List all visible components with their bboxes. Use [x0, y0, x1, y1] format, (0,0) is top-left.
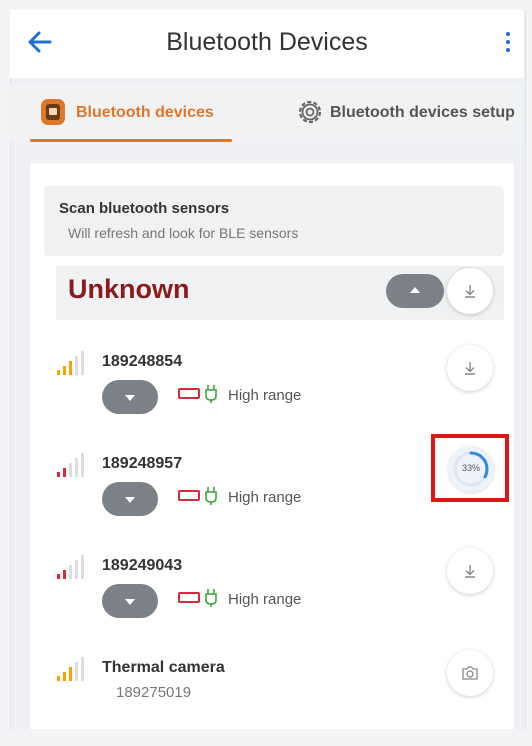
battery-icon	[178, 388, 200, 399]
device-serial: 189275019	[116, 684, 192, 701]
collapse-toggle[interactable]	[386, 274, 444, 308]
tab-bar: Bluetooth devices Bluetooth devices setu…	[10, 84, 524, 142]
battery-icon	[178, 592, 200, 603]
camera-button[interactable]	[447, 650, 493, 696]
device-row[interactable]: 189248854 High range	[44, 350, 514, 440]
signal-strength-icon	[57, 555, 84, 579]
plug-icon	[205, 589, 217, 607]
highlight-box	[431, 434, 509, 502]
tab-label: Bluetooth devices setup	[330, 104, 515, 121]
device-name: 189249043	[102, 557, 183, 574]
app-bar: Bluetooth Devices	[10, 10, 524, 78]
chevron-down-icon	[125, 599, 135, 605]
chevron-down-icon	[125, 497, 135, 503]
range-label: High range	[228, 591, 302, 608]
expand-toggle[interactable]	[102, 482, 158, 516]
signal-strength-icon	[57, 351, 84, 375]
plug-icon	[205, 487, 217, 505]
signal-strength-icon	[57, 657, 84, 681]
download-icon	[465, 362, 475, 375]
gear-icon	[298, 100, 322, 124]
more-vert-icon[interactable]	[504, 32, 512, 56]
tab-active-indicator	[30, 139, 232, 142]
group-label: Unknown	[68, 274, 190, 304]
expand-toggle[interactable]	[102, 584, 158, 618]
camera-icon	[462, 666, 478, 680]
device-name: 189248957	[102, 455, 183, 472]
scan-subtitle: Will refresh and look for BLE sensors	[68, 225, 299, 241]
group-header: Unknown	[56, 266, 504, 320]
download-button[interactable]	[447, 548, 493, 594]
scan-sensors-button[interactable]: Scan bluetooth sensors Will refresh and …	[44, 186, 504, 256]
device-row[interactable]: 189249043 High range	[44, 554, 514, 644]
tab-bluetooth-devices-setup[interactable]: Bluetooth devices setup	[286, 84, 524, 142]
download-button[interactable]	[447, 345, 493, 391]
battery-icon	[178, 490, 200, 501]
download-icon	[465, 565, 475, 578]
scan-title: Scan bluetooth sensors	[59, 200, 230, 217]
tab-bluetooth-devices[interactable]: Bluetooth devices	[30, 84, 232, 142]
expand-toggle[interactable]	[102, 380, 158, 414]
chevron-up-icon	[410, 287, 420, 293]
chevron-down-icon	[125, 395, 135, 401]
device-row[interactable]: Thermal camera 189275019	[44, 656, 514, 746]
page-title: Bluetooth Devices	[166, 28, 368, 56]
signal-strength-icon	[57, 453, 84, 477]
tab-label: Bluetooth devices	[76, 104, 214, 121]
download-icon	[465, 285, 475, 298]
download-button[interactable]	[447, 268, 493, 314]
range-label: High range	[228, 387, 302, 404]
device-name: 189248854	[102, 353, 183, 370]
range-label: High range	[228, 489, 302, 506]
device-name: Thermal camera	[102, 659, 225, 676]
plug-icon	[205, 385, 217, 403]
device-icon	[41, 99, 65, 125]
